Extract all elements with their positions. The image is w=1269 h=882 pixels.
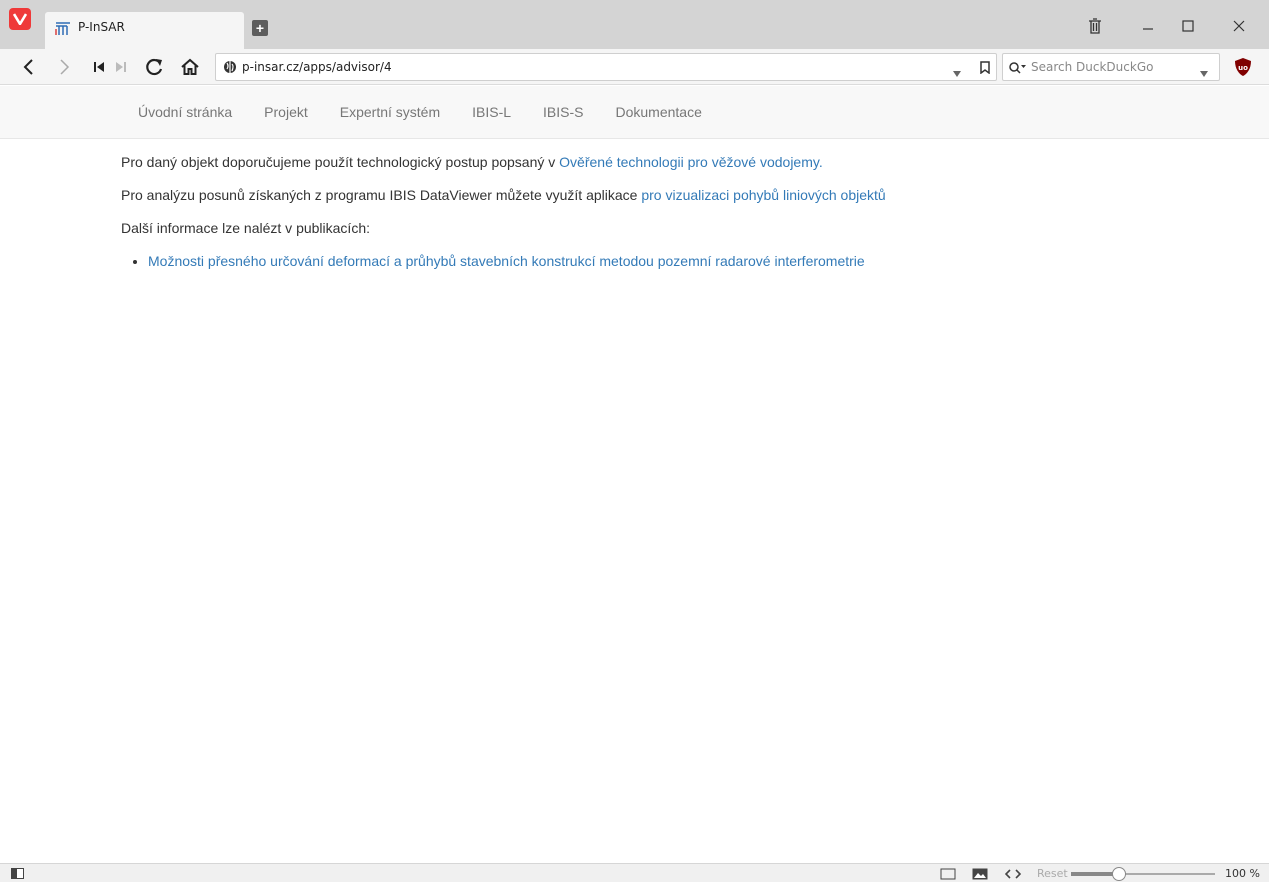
search-engine-dropdown-icon[interactable]: [1200, 64, 1208, 82]
site-navbar: Úvodní stránka Projekt Expertní systém I…: [0, 86, 1269, 139]
maximize-icon[interactable]: [1176, 14, 1200, 38]
url-text: p-insar.cz/apps/advisor/4: [242, 60, 392, 74]
new-tab-button[interactable]: +: [252, 20, 268, 36]
search-icon[interactable]: [1009, 61, 1027, 79]
search-placeholder: Search DuckDuckGo: [1031, 60, 1154, 74]
search-field[interactable]: Search DuckDuckGo: [1002, 53, 1220, 81]
svg-text:uo: uo: [1238, 64, 1248, 72]
minimize-icon[interactable]: [1136, 14, 1160, 38]
zoom-level-label: 100 %: [1225, 867, 1260, 880]
verified-technology-link[interactable]: Ověřené technologii pro věžové vodojemy: [559, 154, 819, 170]
p-insar-favicon-icon: [55, 20, 71, 36]
analysis-text: Pro analýzu posunů získaných z programu …: [121, 187, 642, 203]
browser-window: P-InSAR + p-insar.cz/apps/advisor/4 Sear…: [0, 0, 1269, 882]
zoom-slider-thumb[interactable]: [1111, 867, 1126, 881]
images-icon[interactable]: [972, 867, 988, 882]
analysis-paragraph: Pro analýzu posunů získaných z programu …: [121, 185, 886, 205]
nav-item-uvodni-stranka[interactable]: Úvodní stránka: [122, 86, 248, 138]
close-icon[interactable]: [1227, 14, 1251, 38]
fast-forward-icon[interactable]: [109, 55, 133, 79]
reload-icon[interactable]: [142, 55, 166, 79]
nav-item-ibis-l[interactable]: IBIS-L: [456, 86, 527, 138]
zoom-slider[interactable]: [1071, 867, 1215, 881]
back-icon[interactable]: [17, 55, 41, 79]
forward-icon[interactable]: [52, 55, 76, 79]
page-content: Pro daný objekt doporučujeme použít tech…: [121, 152, 886, 271]
trash-icon[interactable]: [1083, 14, 1107, 38]
address-bar: p-insar.cz/apps/advisor/4 Search DuckDuc…: [0, 49, 1269, 85]
panel-toggle-icon[interactable]: [11, 868, 24, 879]
home-icon[interactable]: [178, 55, 202, 79]
tab-title: P-InSAR: [78, 20, 125, 34]
nav-item-projekt[interactable]: Projekt: [248, 86, 324, 138]
rewind-icon[interactable]: [87, 55, 111, 79]
page-tiling-icon[interactable]: [940, 867, 956, 882]
zoom-reset-button[interactable]: Reset: [1037, 867, 1068, 880]
nav-item-ibis-s[interactable]: IBIS-S: [527, 86, 599, 138]
publication-link[interactable]: Možnosti přesného určování deformací a p…: [148, 253, 865, 269]
visualization-app-link[interactable]: pro vizualizaci pohybů liniových objektů: [641, 187, 885, 203]
page-actions-icon[interactable]: [1004, 867, 1022, 882]
url-dropdown-icon[interactable]: [953, 64, 961, 82]
recommendation-text: Pro daný objekt doporučujeme použít tech…: [121, 154, 560, 170]
publications-intro: Další informace lze nalézt v publikacích…: [121, 220, 370, 236]
bookmark-icon[interactable]: [980, 61, 990, 79]
tab-p-insar[interactable]: P-InSAR: [45, 12, 244, 49]
nav-item-expertni-system[interactable]: Expertní systém: [324, 86, 456, 138]
publications-list: Možnosti přesného určování deformací a p…: [148, 251, 886, 271]
list-item: Možnosti přesného určování deformací a p…: [148, 251, 886, 271]
recommendation-paragraph: Pro daný objekt doporučujeme použít tech…: [121, 152, 886, 172]
url-field[interactable]: p-insar.cz/apps/advisor/4: [215, 53, 997, 81]
globe-icon[interactable]: [223, 60, 237, 79]
verified-technology-link-suffix: .: [818, 154, 823, 170]
status-bar: Reset 100 %: [0, 863, 1269, 882]
ublock-origin-icon[interactable]: uo: [1234, 57, 1252, 77]
vivaldi-menu-icon[interactable]: [9, 8, 31, 30]
tab-strip: P-InSAR +: [0, 0, 1269, 49]
nav-item-dokumentace[interactable]: Dokumentace: [600, 86, 718, 138]
